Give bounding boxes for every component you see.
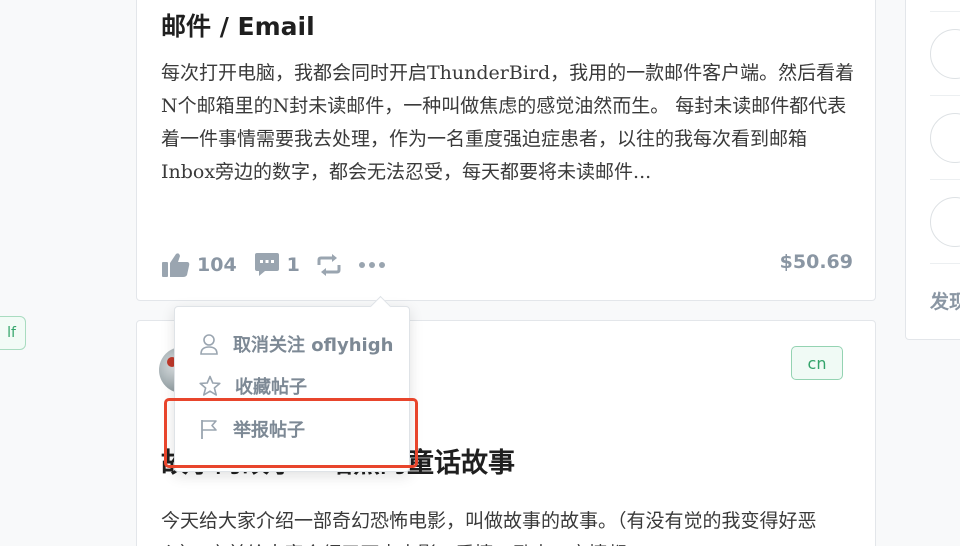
- menu-item-report[interactable]: 举报帖子: [199, 414, 305, 444]
- divider: [930, 179, 960, 180]
- menu-item-label: 收藏帖子: [235, 377, 307, 398]
- comment-count: 1: [286, 254, 300, 276]
- sidebar-link[interactable]: 发现: [930, 287, 960, 314]
- user-icon: [200, 334, 218, 355]
- avatar[interactable]: [930, 197, 960, 247]
- avatar[interactable]: [930, 29, 960, 79]
- tag-badge[interactable]: lf: [0, 316, 26, 350]
- upvote-button[interactable]: 104: [161, 251, 237, 279]
- tag-label: cn: [807, 353, 827, 373]
- comment-icon: [254, 253, 279, 276]
- flag-icon: [201, 420, 217, 439]
- post-options-menu: 取消关注 oflyhigh 收藏帖子 举报帖子: [174, 306, 410, 472]
- more-options-button[interactable]: [358, 261, 386, 269]
- vote-count: 104: [197, 254, 237, 276]
- repost-button[interactable]: [316, 253, 342, 277]
- divider: [930, 95, 960, 96]
- avatar[interactable]: [930, 113, 960, 163]
- more-dots-icon: [358, 262, 385, 268]
- post-actions: 104 1: [161, 251, 402, 279]
- menu-item-label: 举报帖子: [233, 420, 305, 441]
- comment-button[interactable]: 1: [253, 252, 300, 278]
- payout-amount[interactable]: $50.69: [780, 251, 853, 273]
- post-excerpt[interactable]: 今天给大家介绍一部奇幻恐怖电影，叫做故事的故事。（有没有觉的我变得好恶心），之前…: [161, 505, 861, 546]
- menu-item-label: 取消关注 oflyhigh: [233, 335, 394, 356]
- tag-label: lf: [7, 325, 16, 341]
- star-icon: [199, 375, 221, 396]
- divider: [930, 263, 960, 264]
- post-card: 邮件 / Email 每次打开电脑，我都会同时开启ThunderBird，我用的…: [136, 0, 876, 301]
- thumbs-up-icon: [162, 253, 190, 277]
- menu-item-unfollow[interactable]: 取消关注 oflyhigh: [199, 329, 393, 359]
- menu-item-bookmark[interactable]: 收藏帖子: [199, 371, 307, 401]
- post-excerpt[interactable]: 每次打开电脑，我都会同时开启ThunderBird，我用的一款邮件客户端。然后看…: [161, 57, 861, 189]
- tag-badge[interactable]: cn: [791, 346, 843, 380]
- divider: [930, 11, 960, 12]
- repost-icon: [317, 254, 341, 276]
- post-title[interactable]: 邮件 / Email: [161, 7, 315, 43]
- sidebar: 发现: [905, 0, 960, 340]
